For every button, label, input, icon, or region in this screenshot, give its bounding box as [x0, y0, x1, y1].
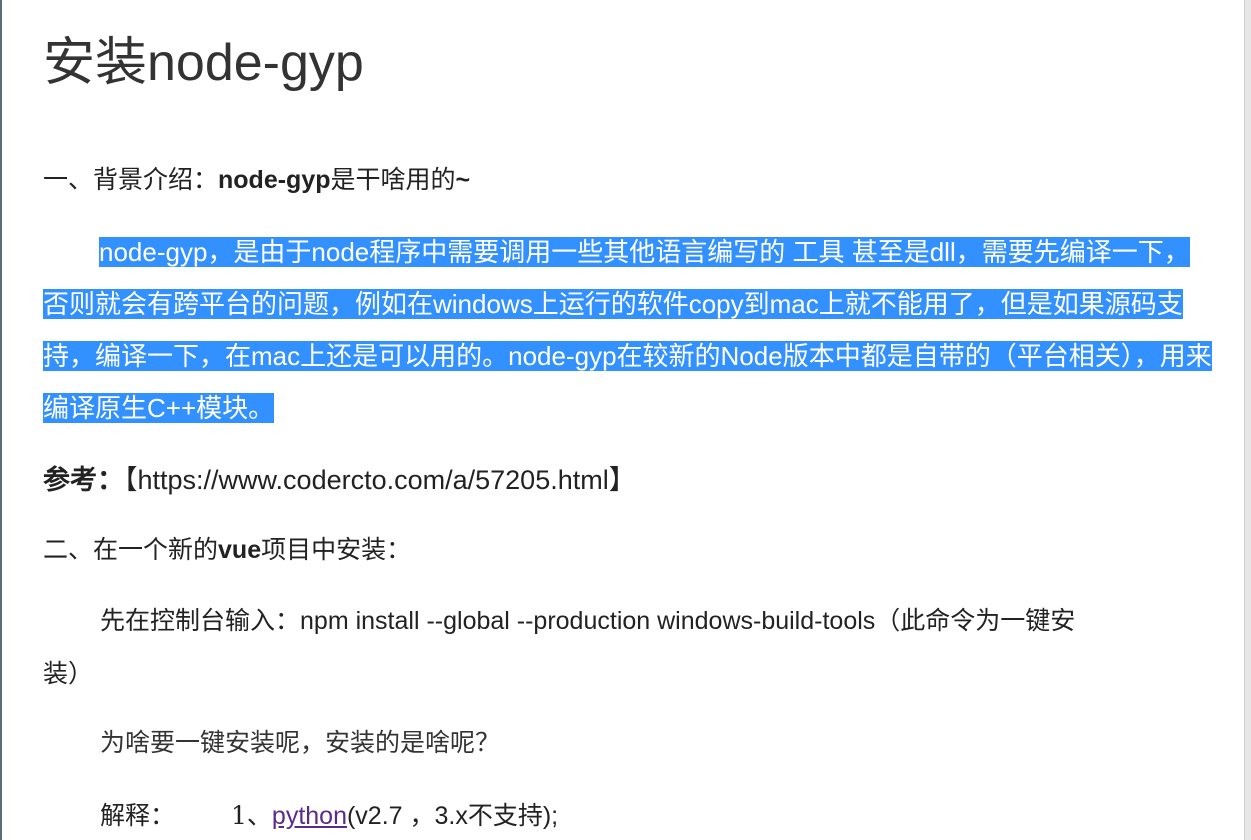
page-title: 安装node-gyp [43, 34, 364, 92]
scrollbar-track[interactable] [1244, 0, 1251, 840]
selected-text[interactable]: node-gyp，是由于node程序中需要调用一些其他语言编写的 工具 甚至是d… [43, 237, 1212, 423]
explain-line: 解释： 1、python(v2.7 ，3.x不支持); [100, 798, 558, 834]
section-bold-term: vue [218, 536, 262, 564]
section-suffix: 项目中安装： [261, 535, 412, 564]
question-line: 为啥要一键安装呢，安装的是啥呢？ [100, 728, 501, 757]
window-left-border [0, 0, 2, 840]
section-suffix: 是干啥用的 [330, 165, 456, 194]
command-note-continued: 装） [43, 659, 94, 688]
explain-item-suffix: (v2.7 ，3.x不支持); [346, 802, 559, 830]
section-heading-install: 二、在一个新的vue项目中安装： [43, 532, 411, 568]
reference-url: 【https://www.codercto.com/a/57205.html】 [124, 465, 636, 495]
highlighted-paragraph[interactable]: node-gyp，是由于node程序中需要调用一些其他语言编写的 工具 甚至是d… [43, 226, 1213, 434]
section-tilde: ~ [455, 166, 471, 194]
command-code: npm install --global --production window… [300, 607, 876, 635]
command-prefix: 先在控制台输入： [100, 606, 301, 635]
section-prefix: 二、在一个新的 [43, 535, 219, 564]
command-note: （此命令为一键安 [875, 606, 1076, 635]
command-line: 先在控制台输入：npm install --global --productio… [100, 603, 1075, 639]
explain-label: 解释： [100, 801, 176, 830]
python-link[interactable]: python [272, 802, 347, 830]
section-bold-term: node-gyp [218, 166, 331, 194]
section-prefix: 一、背景介绍： [43, 165, 219, 194]
explain-item-prefix: 1、 [231, 801, 272, 830]
reference-label: 参考： [43, 465, 124, 496]
reference-line: 参考：【https://www.codercto.com/a/57205.htm… [43, 462, 636, 499]
section-heading-background: 一、背景介绍：node-gyp是干啥用的~ [43, 162, 470, 198]
